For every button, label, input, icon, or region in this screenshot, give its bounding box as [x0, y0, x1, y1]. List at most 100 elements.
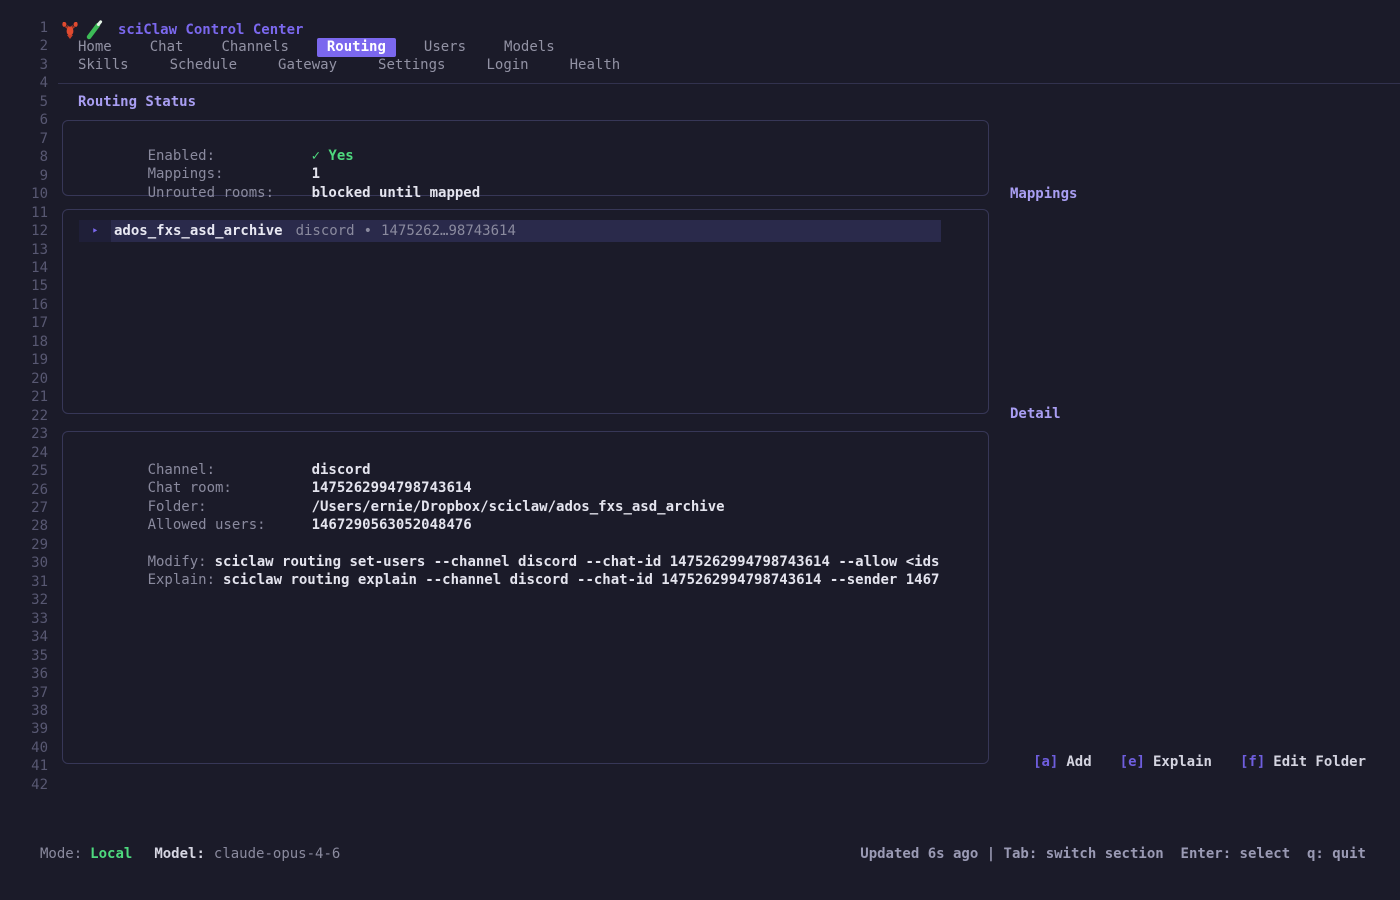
line-number: 14: [0, 261, 48, 276]
model-label: Model:: [154, 846, 205, 862]
nav-tab-skills[interactable]: Skills: [78, 56, 129, 75]
add-label: Add: [1066, 754, 1091, 770]
nav-tab-routing[interactable]: Routing: [317, 38, 396, 57]
add-button[interactable]: [a] Add: [1033, 753, 1092, 771]
line-number: 40: [0, 741, 48, 756]
nav-tab-chat[interactable]: Chat: [150, 38, 184, 57]
lobster-icon: [60, 20, 80, 40]
line-number: 6: [0, 113, 48, 128]
edit-folder-label: Edit Folder: [1273, 754, 1366, 770]
detail-box: Channel:discord Chat room:14752629947987…: [62, 431, 989, 764]
add-key-hint: [a]: [1033, 754, 1058, 770]
crayon-icon: [85, 20, 105, 40]
app-window: 1234567891011121314151617181920212223242…: [0, 0, 1400, 900]
edit-folder-button[interactable]: [f] Edit Folder: [1240, 753, 1366, 771]
mode-label: Mode:: [40, 846, 82, 862]
line-number: 42: [0, 778, 48, 793]
line-number: 33: [0, 612, 48, 627]
mode-value: Local: [90, 846, 132, 862]
line-number: 15: [0, 279, 48, 294]
line-number: 37: [0, 686, 48, 701]
model-value: claude-opus-4-6: [214, 846, 340, 862]
nav-tab-login[interactable]: Login: [486, 56, 528, 75]
line-number: 18: [0, 335, 48, 350]
line-number: 1: [0, 21, 48, 36]
nav-tab-users[interactable]: Users: [424, 38, 466, 57]
line-number: 26: [0, 483, 48, 498]
line-number: 23: [0, 427, 48, 442]
app-title: sciClaw Control Center: [118, 22, 303, 38]
line-number: 31: [0, 575, 48, 590]
line-number: 39: [0, 722, 48, 737]
status-bar-hints: Updated 6s ago | Tab: switch section Ent…: [860, 845, 1366, 863]
line-number: 27: [0, 501, 48, 516]
line-number: 2: [0, 39, 48, 54]
explain-key-hint: [e]: [1120, 754, 1145, 770]
line-number: 3: [0, 58, 48, 73]
line-number: 28: [0, 519, 48, 534]
line-number: 19: [0, 353, 48, 368]
selection-cursor-icon: ‣: [79, 220, 111, 242]
nav-tab-health[interactable]: Health: [570, 56, 621, 75]
nav-tab-models[interactable]: Models: [504, 38, 555, 57]
line-number: 10: [0, 187, 48, 202]
line-number: 38: [0, 704, 48, 719]
detail-section-label: Detail: [1010, 406, 1061, 422]
line-number: 35: [0, 649, 48, 664]
line-number: 21: [0, 390, 48, 405]
routing-status-heading: Routing Status: [78, 94, 196, 110]
nav-tab-settings[interactable]: Settings: [378, 56, 445, 75]
line-number: 22: [0, 409, 48, 424]
mapping-row-body: ados_fxs_asd_archive discord • 1475262…9874…: [111, 220, 941, 242]
line-number: 20: [0, 372, 48, 387]
mapping-row-selected[interactable]: ‣ ados_fxs_asd_archive discord • 1475262…98…: [79, 220, 941, 242]
action-hints: [a] Add [e] Explain [f] Edit Folder: [1033, 753, 1366, 771]
mapping-id-truncated: 1475262…98743614: [381, 223, 516, 239]
detail-label: Allowed users:: [148, 517, 312, 533]
bullet-separator: •: [364, 223, 372, 239]
nav-divider: [58, 83, 1400, 84]
line-number: 25: [0, 464, 48, 479]
line-number-gutter: 1234567891011121314151617181920212223242…: [0, 0, 48, 900]
status-bar-left: Mode: Local Model: claude-opus-4-6: [40, 845, 340, 863]
line-number: 24: [0, 446, 48, 461]
explain-label: Explain: [1153, 754, 1212, 770]
detail-value: 1467290563052048476: [312, 517, 472, 533]
mappings-section-label: Mappings: [1010, 186, 1077, 202]
mapping-channel: discord: [296, 223, 355, 239]
mappings-box: ‣ ados_fxs_asd_archive discord • 1475262…98…: [62, 209, 989, 414]
line-number: 8: [0, 150, 48, 165]
routing-status-box: Enabled:✓ Yes Mappings:1 Unrouted rooms:…: [62, 120, 989, 196]
line-number: 32: [0, 593, 48, 608]
status-label: Unrouted rooms:: [148, 185, 312, 201]
line-number: 34: [0, 630, 48, 645]
nav-tab-schedule[interactable]: Schedule: [170, 56, 237, 75]
line-number: 13: [0, 243, 48, 258]
nav-tab-gateway[interactable]: Gateway: [278, 56, 337, 75]
line-number: 5: [0, 95, 48, 110]
line-number: 11: [0, 206, 48, 221]
line-number: 30: [0, 556, 48, 571]
line-number: 41: [0, 759, 48, 774]
line-number: 36: [0, 667, 48, 682]
explain-button[interactable]: [e] Explain: [1120, 753, 1212, 771]
status-bar: Mode: Local Model: claude-opus-4-6 Updated …: [40, 845, 1366, 863]
line-number: 4: [0, 76, 48, 91]
command-label: Explain:: [148, 572, 215, 588]
edit-folder-key-hint: [f]: [1240, 754, 1265, 770]
line-number: 16: [0, 298, 48, 313]
line-number: 7: [0, 132, 48, 147]
nav-row-1: Home Chat Channels Routing Users Models: [78, 38, 555, 57]
nav-tab-home[interactable]: Home: [78, 38, 112, 57]
status-value: blocked until mapped: [312, 185, 481, 201]
line-number: 29: [0, 538, 48, 553]
line-number: 17: [0, 316, 48, 331]
nav-row-2: Skills Schedule Gateway Settings Login H…: [78, 56, 620, 75]
nav-tab-channels[interactable]: Channels: [221, 38, 288, 57]
explain-command-line: Explain: sciclaw routing explain --channe…: [97, 556, 939, 604]
command-text: sciclaw routing explain --channel discor…: [223, 572, 939, 588]
line-number: 9: [0, 169, 48, 184]
line-number: 12: [0, 224, 48, 239]
app-header: sciClaw Control Center: [60, 20, 303, 40]
mapping-name: ados_fxs_asd_archive: [114, 223, 283, 239]
